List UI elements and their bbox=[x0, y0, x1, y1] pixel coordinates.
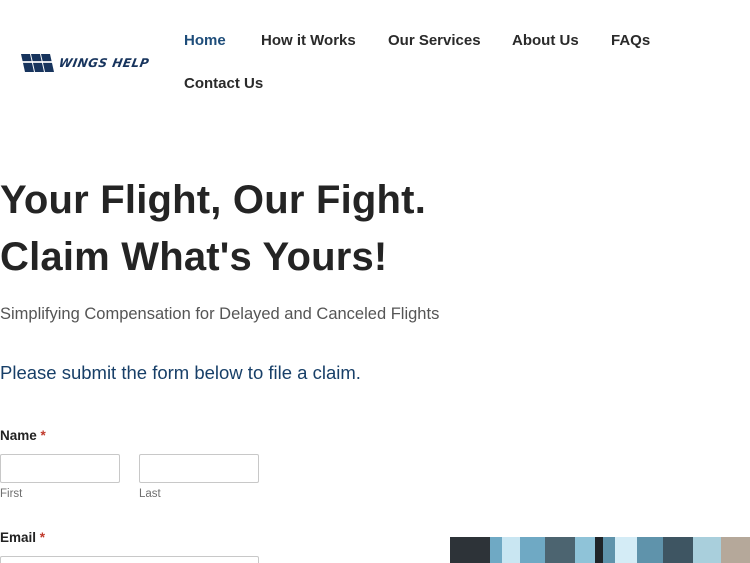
hero-title-line-2: Claim What's Yours! bbox=[0, 235, 388, 279]
name-label-text: Name bbox=[0, 428, 37, 443]
nav-faqs[interactable]: FAQs bbox=[611, 32, 650, 49]
name-label: Name * bbox=[0, 428, 46, 443]
nav-home[interactable]: Home bbox=[184, 32, 226, 49]
nav-how-it-works[interactable]: How it Works bbox=[261, 32, 356, 49]
required-mark: * bbox=[39, 530, 46, 545]
email-label: Email * bbox=[0, 530, 45, 545]
nav-about-us[interactable]: About Us bbox=[512, 32, 579, 49]
logo-text: WINGS HELP bbox=[57, 56, 151, 70]
hero-subtitle: Simplifying Compensation for Delayed and… bbox=[0, 305, 440, 323]
wings-logo-icon bbox=[19, 54, 55, 72]
airport-photo bbox=[450, 537, 750, 563]
first-sublabel: First bbox=[0, 488, 23, 500]
hero-title-line-1: Your Flight, Our Fight. bbox=[0, 178, 427, 222]
form-intro: Please submit the form below to file a c… bbox=[0, 362, 361, 383]
last-sublabel: Last bbox=[139, 488, 161, 500]
required-mark: * bbox=[40, 428, 46, 443]
email-label-text: Email bbox=[0, 530, 37, 545]
hero-title: Your Flight, Our Fight. Claim What's You… bbox=[0, 172, 426, 286]
nav-contact-us[interactable]: Contact Us bbox=[184, 75, 263, 92]
last-name-input[interactable] bbox=[139, 454, 259, 483]
email-input[interactable] bbox=[0, 556, 259, 563]
first-name-input[interactable] bbox=[0, 454, 120, 483]
wings-help-logo[interactable]: WINGS HELP bbox=[19, 52, 151, 74]
nav-our-services[interactable]: Our Services bbox=[388, 32, 481, 49]
